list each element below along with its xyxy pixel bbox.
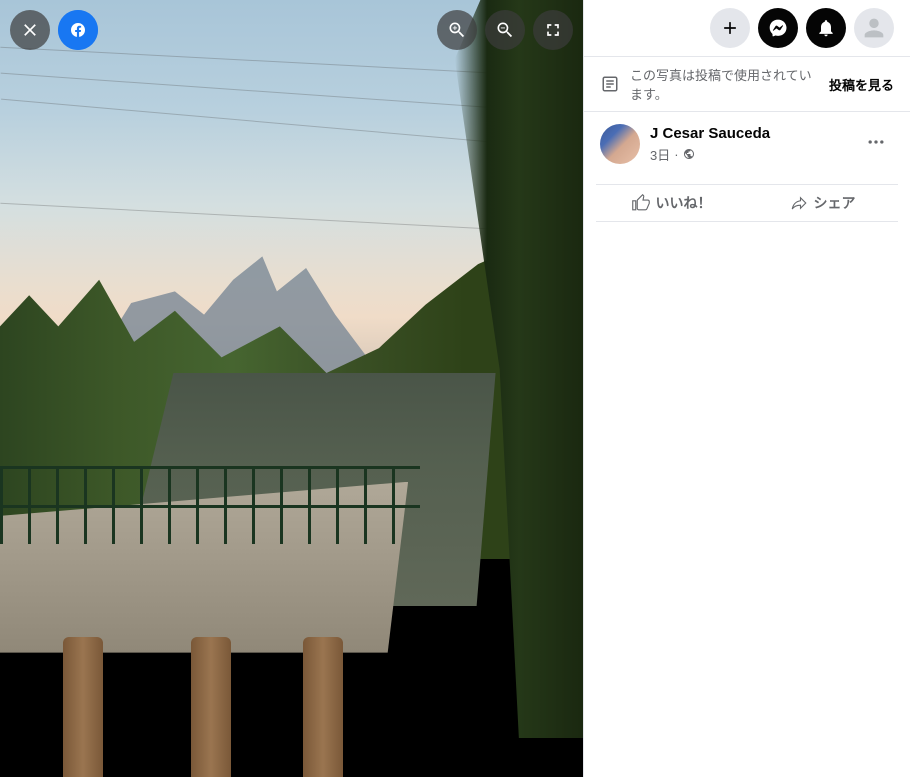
messenger-icon bbox=[768, 18, 788, 38]
actions-bar: いいね！ シェア bbox=[596, 184, 898, 222]
post-meta-separator: · bbox=[674, 147, 678, 162]
zoom-in-icon bbox=[447, 20, 467, 40]
share-icon bbox=[790, 194, 808, 212]
post-author-name[interactable]: J Cesar Sauceda bbox=[650, 124, 848, 144]
photo-sidebar: この写真は投稿で使用されています。 投稿を見る J Cesar Sauceda … bbox=[583, 0, 910, 777]
photo-viewer bbox=[0, 0, 583, 777]
plus-icon bbox=[720, 18, 740, 38]
info-bar: この写真は投稿で使用されています。 投稿を見る bbox=[584, 56, 910, 112]
like-label: いいね！ bbox=[656, 193, 712, 213]
account-button[interactable] bbox=[854, 8, 894, 48]
avatar-icon bbox=[860, 14, 888, 42]
create-button[interactable] bbox=[710, 8, 750, 48]
post-more-button[interactable] bbox=[858, 124, 894, 160]
close-button[interactable] bbox=[10, 10, 50, 50]
bell-icon bbox=[816, 18, 836, 38]
globe-icon bbox=[683, 148, 695, 160]
facebook-logo[interactable] bbox=[58, 10, 98, 50]
zoom-out-icon bbox=[495, 20, 515, 40]
zoom-out-button[interactable] bbox=[485, 10, 525, 50]
messenger-button[interactable] bbox=[758, 8, 798, 48]
close-icon bbox=[20, 20, 40, 40]
notifications-button[interactable] bbox=[806, 8, 846, 48]
post-author-avatar[interactable] bbox=[600, 124, 640, 164]
like-icon bbox=[632, 194, 650, 212]
sidebar-header bbox=[584, 0, 910, 56]
share-label: シェア bbox=[814, 193, 856, 213]
share-button[interactable]: シェア bbox=[747, 185, 898, 221]
zoom-in-button[interactable] bbox=[437, 10, 477, 50]
post-timestamp[interactable]: 3日 bbox=[650, 145, 670, 164]
view-post-link[interactable]: 投稿を見る bbox=[829, 75, 894, 94]
post-header: J Cesar Sauceda 3日 · bbox=[584, 112, 910, 176]
fullscreen-button[interactable] bbox=[533, 10, 573, 50]
fullscreen-icon bbox=[543, 20, 563, 40]
info-bar-text: この写真は投稿で使用されています。 bbox=[630, 65, 819, 103]
post-context-icon bbox=[600, 74, 620, 94]
more-icon bbox=[866, 132, 886, 152]
photo-content[interactable] bbox=[0, 0, 583, 777]
facebook-icon bbox=[58, 10, 98, 50]
post-meta: 3日 · bbox=[650, 145, 848, 164]
like-button[interactable]: いいね！ bbox=[596, 185, 747, 221]
